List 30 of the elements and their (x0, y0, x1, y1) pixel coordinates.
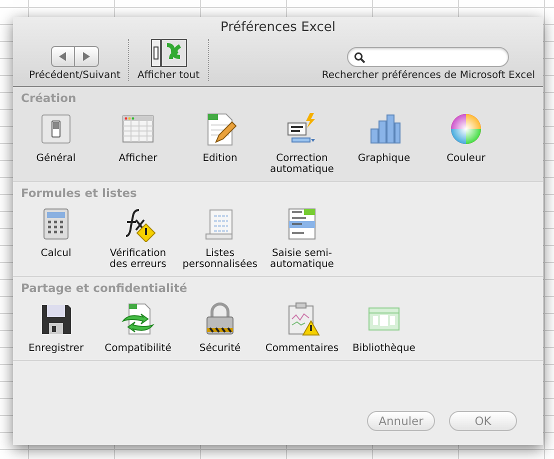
preference-item[interactable]: Vérification des erreurs (97, 206, 179, 270)
forward-button[interactable] (74, 46, 99, 67)
show-all-label[interactable]: Afficher tout (137, 70, 200, 81)
section-heading: Création (21, 91, 78, 105)
preference-item[interactable]: Afficher (97, 111, 179, 175)
window-title: Préférences Excel (219, 20, 337, 35)
preference-item[interactable]: Listes personnalisées (179, 206, 261, 270)
preference-item[interactable]: Enregistrer (15, 301, 97, 354)
section-heading: Formules et listes (21, 186, 138, 200)
show-all-icon[interactable] (150, 39, 186, 67)
preference-item[interactable]: Calcul (15, 206, 97, 270)
left-triangle-icon (58, 52, 67, 61)
nav-label: Précédent/Suivant (29, 70, 120, 81)
search-label: Rechercher préférences de Microsoft Excel (322, 70, 535, 81)
preference-item[interactable]: Edition (179, 111, 261, 175)
sheet-arrows-icon (120, 301, 156, 337)
search-field[interactable] (347, 47, 510, 67)
preference-item[interactable]: Correction automatique (261, 111, 343, 175)
preference-item[interactable]: Graphique (343, 111, 425, 175)
right-triangle-icon (82, 52, 90, 61)
preference-item[interactable]: Saisie semi-automatique (261, 206, 343, 270)
section-heading: Partage et confidentialité (21, 281, 188, 295)
preference-item[interactable]: Général (15, 111, 97, 175)
preference-item[interactable]: Sécurité (179, 301, 261, 354)
preference-item[interactable]: Compatibilité (97, 301, 179, 354)
back-button[interactable] (50, 46, 75, 67)
preference-item[interactable]: Couleur (425, 111, 507, 175)
preference-item[interactable]: Bibliothèque (343, 301, 425, 354)
preference-item[interactable]: Commentaires (261, 301, 343, 354)
search-icon (354, 52, 366, 62)
